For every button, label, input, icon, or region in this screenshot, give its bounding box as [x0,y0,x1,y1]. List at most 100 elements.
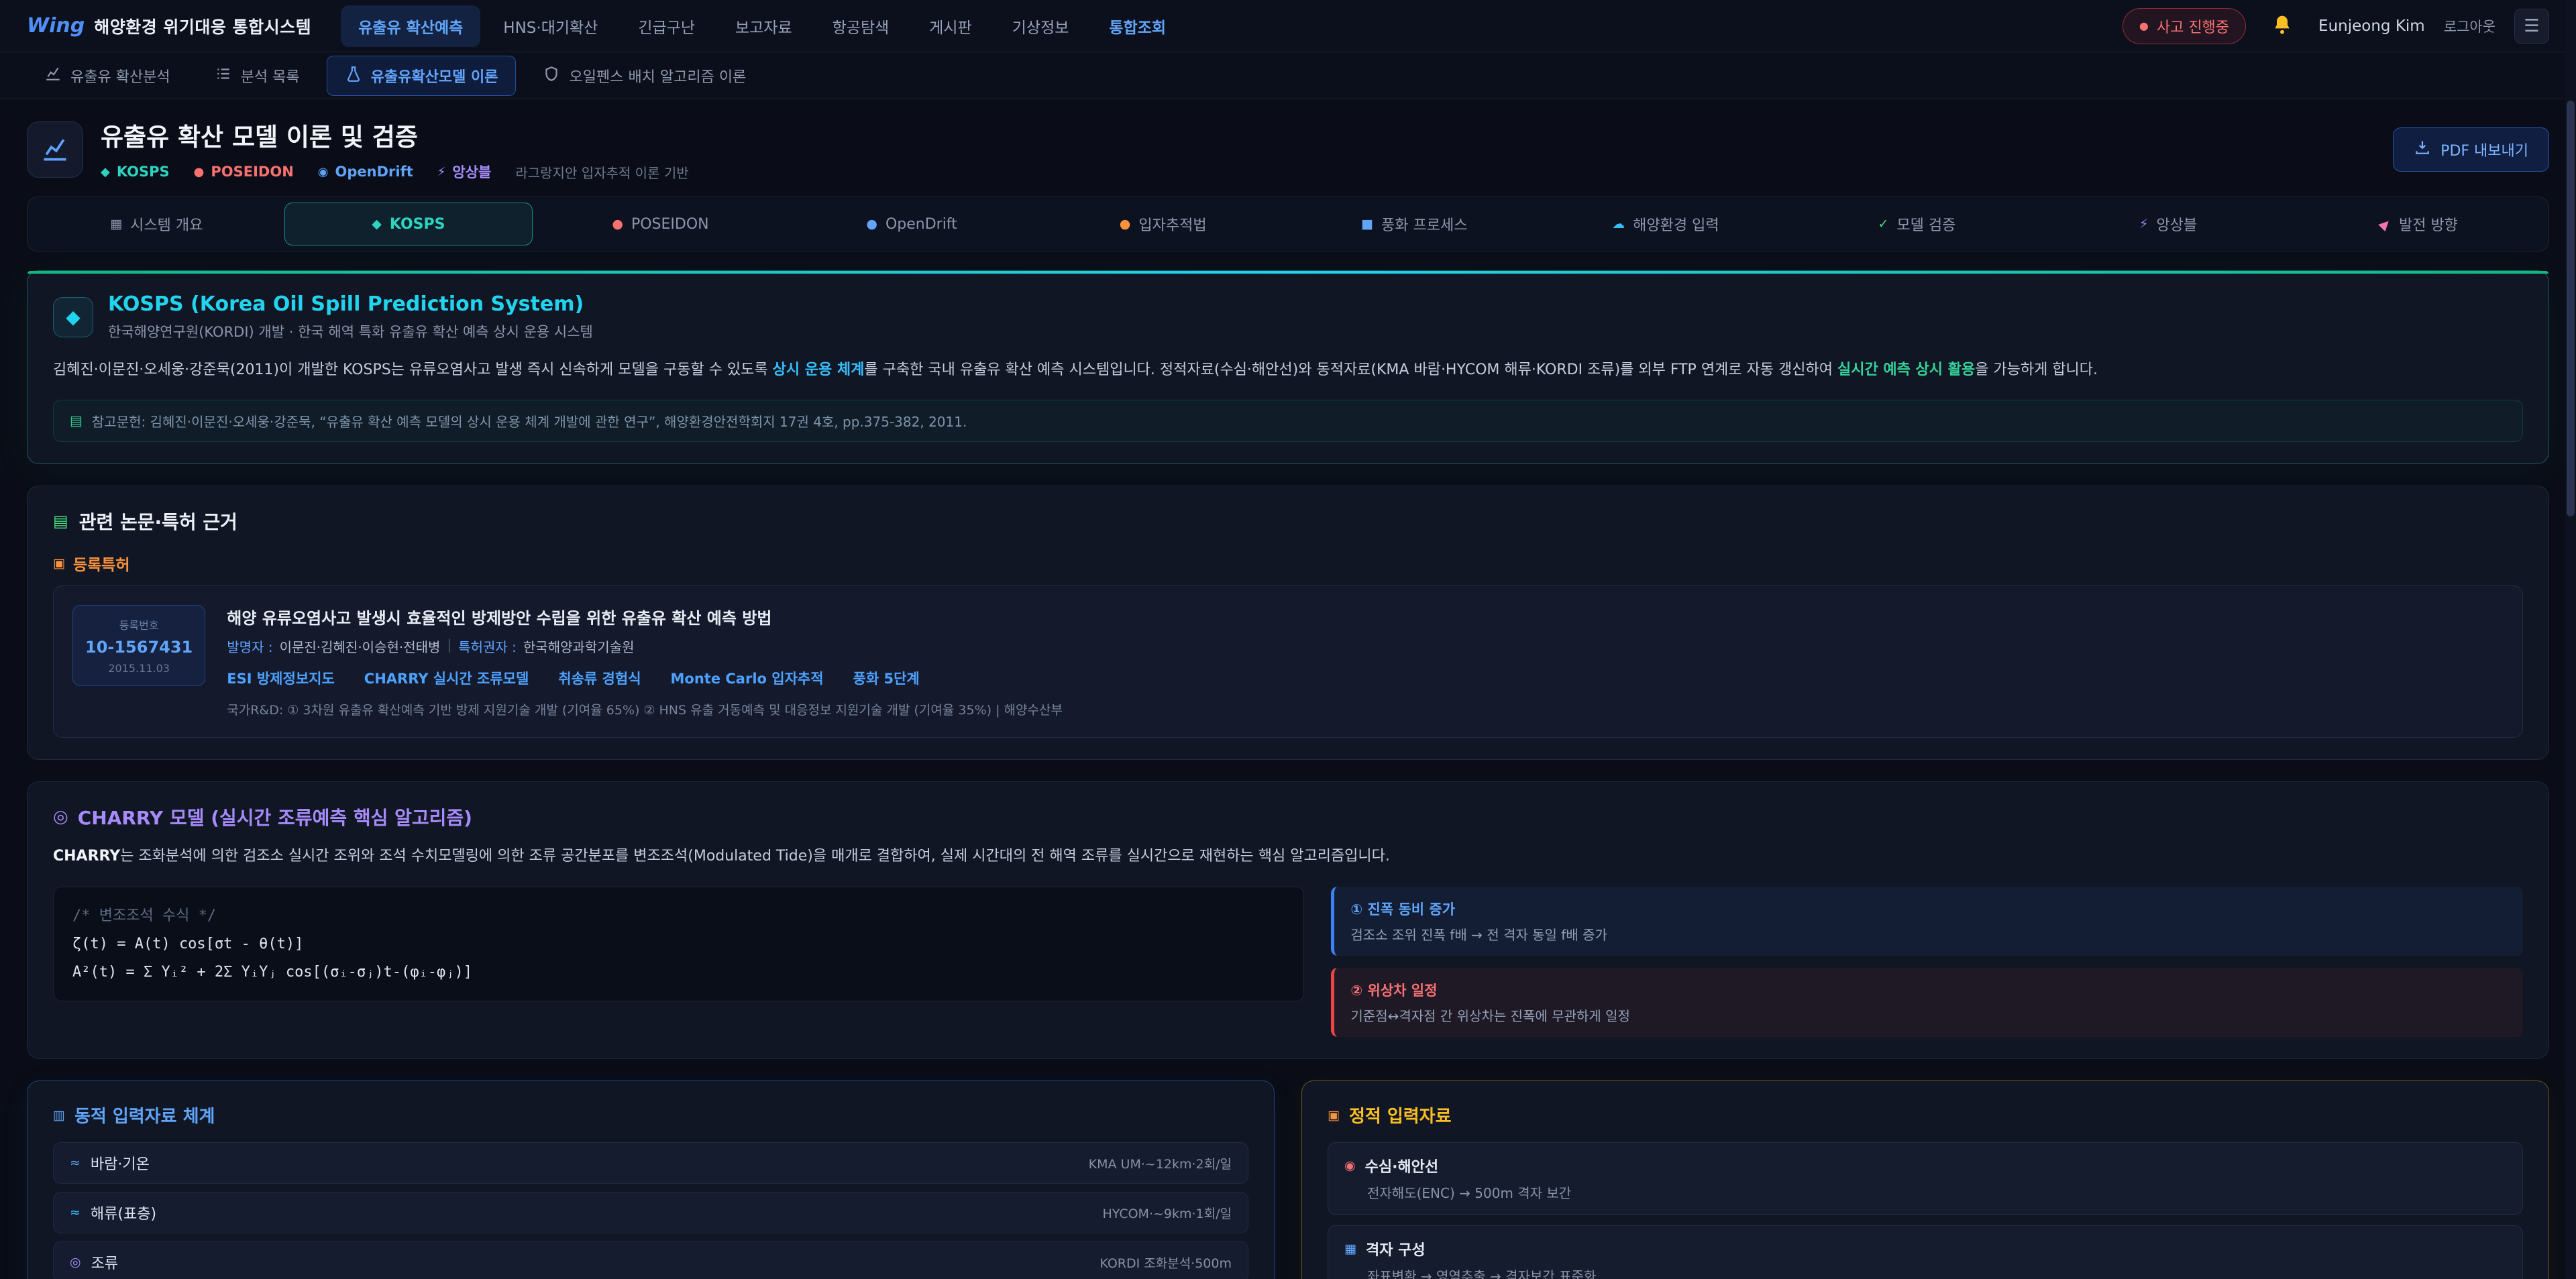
inventor-label: 발명자 : [227,636,272,656]
tab-ocean-env-input[interactable]: ☁해양환경 입력 [1542,203,1790,245]
subtab-oil-fence-theory[interactable]: 오일펜스 배치 알고리즘 이론 [525,56,763,95]
kosps-reference-box: ▤ 참고문헌: 김혜진·이문진·오세웅·강준묵, “유출유 확산 예측 모델의 … [53,400,2523,442]
flask-icon [345,65,362,87]
tag-esi-map[interactable]: ESI 방제정보지도 [227,668,335,688]
tag-wdc-formula[interactable]: 취송류 경험식 [558,668,641,688]
national-rnd-note: 국가R&D: ① 3차원 유출유 확산예측 기반 방제 지원기술 개발 (기여율… [227,700,2504,718]
nav-item-board[interactable]: 게시판 [912,5,989,47]
dynamic-input-card: ▥ 동적 입력자료 체계 ≈바람·기온 KMA UM·~12km·2회/일 ≈해… [27,1080,1275,1279]
formula-line-2: A²(t) = Σ Yᵢ² + 2Σ YᵢYⱼ cos[(σᵢ-σⱼ)t-(φᵢ… [72,958,1285,987]
circle-icon: ● [612,217,623,231]
app-title: 해양환경 위기대응 통합시스템 [94,14,311,38]
highlight-always-on-system: 상시 운용 체계 [773,362,865,378]
badge-kosps: ◆KOSPS [101,164,170,180]
app-logo[interactable]: Wing 해양환경 위기대응 통합시스템 [27,14,311,38]
tag-charry-model[interactable]: CHARRY 실시간 조류모델 [364,668,529,688]
book-icon: ▤ [70,412,83,429]
target-icon: ◎ [53,807,68,827]
kosps-description: 김혜진·이문진·오세웅·강준묵(2011)이 개발한 KOSPS는 유류오염사고… [53,357,2523,384]
row-grid-composition: ▦격자 구성 좌표변환 → 영역추출 → 격자보간 표준화 [1328,1225,2523,1279]
page-scrollbar-thumb[interactable] [2567,101,2575,516]
pdf-export-button[interactable]: PDF 내보내기 [2393,127,2549,172]
nav-item-aerial-search[interactable]: 항공탐색 [815,5,907,47]
rocket-icon: ▲ [2377,215,2395,233]
topbar-right-cluster: ● 사고 진행중 Eunjeong Kim 로그아웃 ☰ [2123,8,2549,44]
model-badges: ◆KOSPS ●POSEIDON ◉OpenDrift ⚡앙상블 라그랑지안 입… [101,162,689,182]
incident-status-badge[interactable]: ● 사고 진행중 [2123,8,2246,44]
badge-ensemble: ⚡앙상블 [437,162,492,182]
subtab-spill-model-theory[interactable]: 유출유확산모델 이론 [327,56,517,96]
top-navigation-bar: Wing 해양환경 위기대응 통합시스템 유출유 확산예측 HNS·대기확산 긴… [0,0,2576,52]
notification-bell-button[interactable] [2265,9,2300,44]
tab-system-overview[interactable]: ▦시스템 개요 [33,203,280,245]
static-input-title: ▣ 정적 입력자료 [1328,1103,2523,1127]
pdf-export-label: PDF 내보내기 [2440,139,2528,160]
main-content: 유출유 확산 모델 이론 및 검증 ◆KOSPS ●POSEIDON ◉Open… [0,117,2576,1279]
page-chart-icon [27,121,83,178]
incident-badge-label: 사고 진행중 [2157,15,2229,37]
kosps-subtitle: 한국해양연구원(KORDI) 개발 · 한국 해역 특화 유출유 확산 예측 상… [108,321,593,341]
static-input-card: ▣ 정적 입력자료 ◉수심·해안선 전자해도(ENC) → 500m 격자 보간… [1301,1080,2549,1279]
dynamic-input-title: ▥ 동적 입력자료 체계 [53,1103,1248,1127]
highlight-realtime-use: 실시간 예측 상시 활용 [1837,362,1975,378]
nav-item-hns-air-dispersion[interactable]: HNS·대기확산 [486,5,615,47]
nav-item-reports[interactable]: 보고자료 [718,5,810,47]
particle-icon: ● [1120,217,1131,231]
bolt-icon: ⚡ [2139,217,2148,231]
amplitude-note-title: ① 진폭 동비 증가 [1350,899,2507,919]
registration-number: 10-1567431 [85,638,193,657]
bar-chart-icon: ▥ [53,1108,65,1123]
nav-item-emergency-rescue[interactable]: 긴급구난 [621,5,712,47]
patent-item: 등록번호 10-1567431 2015.11.03 해양 유류오염사고 발생시… [53,586,2523,738]
kosps-diamond-icon: ◆ [53,297,93,337]
bell-icon [2271,14,2293,38]
patent-title: 해양 유류오염사고 발생시 효율적인 방제방안 수립을 위한 유출유 확산 예측… [227,605,2504,628]
subtab-analysis-list[interactable]: 분석 목록 [197,56,317,95]
tag-weathering-stages[interactable]: 풍화 5단계 [853,668,920,688]
row-surface-current: ≈해류(표층) HYCOM·~9km·1회/일 [53,1192,1248,1233]
row-bathymetry-coastline: ◉수심·해안선 전자해도(ENC) → 500m 격자 보간 [1328,1142,2523,1215]
nav-item-integrated-search[interactable]: 통합조회 [1091,5,1183,47]
subtab-spill-analysis[interactable]: 유출유 확산분석 [27,56,188,95]
wing-logo-icon: Wing [27,14,85,38]
download-icon [2414,139,2431,160]
assignee-label: 특허권자 : [458,636,517,656]
kosps-card-header: ◆ KOSPS (Korea Oil Spill Prediction Syst… [53,292,2523,341]
tab-kosps[interactable]: ◆KOSPS [284,203,533,245]
page-scrollbar-track [2565,0,2576,1279]
page-header-text: 유출유 확산 모델 이론 및 검증 ◆KOSPS ●POSEIDON ◉Open… [101,117,689,182]
evidence-title: 관련 논문·특허 근거 [79,508,237,535]
badge-poseidon: ●POSEIDON [194,164,294,180]
main-nav: 유출유 확산예측 HNS·대기확산 긴급구난 보고자료 항공탐색 게시판 기상정… [341,5,1183,47]
evidence-card: ▤ 관련 논문·특허 근거 ▣ 등록특허 등록번호 10-1567431 201… [27,486,2549,760]
modulated-tide-formula-block: /* 변조조석 수식 */ ζ(t) = A(t) cos[σt - θ(t)]… [53,887,1304,1001]
tab-opendrift[interactable]: ●OpenDrift [788,203,1036,245]
subtab-label: 유출유 확산분석 [70,65,170,87]
tab-poseidon[interactable]: ●POSEIDON [537,203,784,245]
charry-header: ◎ CHARRY 모델 (실시간 조류예측 핵심 알고리즘) [53,803,2523,830]
nav-item-weather-info[interactable]: 기상정보 [995,5,1087,47]
charry-model-card: ◎ CHARRY 모델 (실시간 조류예측 핵심 알고리즘) CHARRY는 조… [27,781,2549,1060]
dynamic-input-rows: ≈바람·기온 KMA UM·~12km·2회/일 ≈해류(표층) HYCOM·~… [53,1142,1248,1279]
wave-icon: ≈ [70,1205,80,1220]
formula-comment: /* 변조조석 수식 */ [72,902,1285,930]
hamburger-icon: ☰ [2524,16,2539,36]
amplitude-note-desc: 검조소 조위 진폭 f배 → 전 격자 동일 f배 증가 [1350,924,2507,944]
formula-line-1: ζ(t) = A(t) cos[σt - θ(t)] [72,930,1285,958]
assignee-name: 한국해양과학기술원 [523,636,635,656]
tab-future-direction[interactable]: ▲발전 방향 [2296,203,2543,245]
tab-particle-tracking[interactable]: ●입자추적법 [1039,203,1287,245]
charry-grid: /* 변조조석 수식 */ ζ(t) = A(t) cos[σt - θ(t)]… [53,887,2523,1037]
tab-weathering-process[interactable]: ■풍화 프로세스 [1291,203,1538,245]
tab-ensemble[interactable]: ⚡앙상블 [2045,203,2292,245]
patent-keyword-links: ESI 방제정보지도 CHARRY 실시간 조류모델 취송류 경험식 Monte… [227,668,2504,688]
tab-model-validation[interactable]: ✓모델 검증 [1793,203,2041,245]
menu-button[interactable]: ☰ [2514,9,2549,44]
nav-item-oil-spill-prediction[interactable]: 유출유 확산예측 [341,5,480,47]
tag-monte-carlo[interactable]: Monte Carlo 입자추적 [671,668,824,688]
patent-detail: 해양 유류오염사고 발생시 효율적인 방제방안 수립을 위한 유출유 확산 예측… [227,605,2504,718]
subtab-label: 분석 목록 [241,65,300,87]
logout-button[interactable]: 로그아웃 [2444,16,2496,36]
circle-icon: ● [194,165,205,179]
incident-dot-icon: ● [2139,19,2149,32]
